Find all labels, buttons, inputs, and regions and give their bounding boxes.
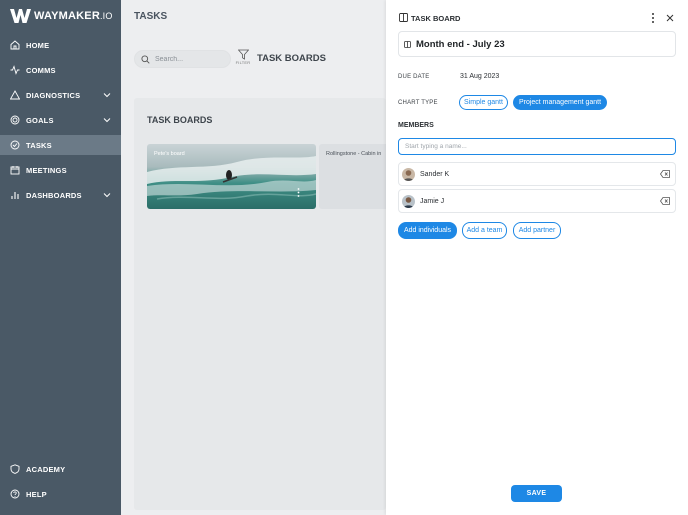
member-row: Jamie J	[398, 189, 676, 213]
chart-type-label: CHART TYPE	[398, 100, 438, 106]
sidebar-item-tasks[interactable]: TASKS	[0, 135, 121, 155]
pulse-icon	[10, 65, 20, 75]
bar-chart-icon	[10, 190, 20, 200]
member-row: Sander K	[398, 162, 676, 186]
chevron-down-icon[interactable]	[103, 116, 111, 124]
sidebar-item-help[interactable]: HELP	[0, 484, 121, 504]
sidebar-item-label: ACADEMY	[26, 464, 66, 474]
calendar-icon	[10, 165, 20, 175]
filter-button[interactable]: FILTER	[235, 49, 251, 65]
sidebar-item-meetings[interactable]: MEETINGS	[0, 160, 121, 180]
sidebar-item-label: GOALS	[26, 115, 54, 125]
due-date-value[interactable]: 31 Aug 2023	[460, 73, 499, 80]
due-date-label: DUE DATE	[398, 74, 430, 80]
sidebar-item-academy[interactable]: ACADEMY	[0, 459, 121, 479]
members-label: MEMBERS	[398, 122, 434, 129]
member-name: Jamie J	[420, 197, 445, 205]
search-input[interactable]	[155, 55, 225, 63]
triangle-icon	[10, 90, 20, 100]
search-icon	[141, 54, 150, 64]
main-content: TASKS FILTER TASK BOARDS TASK BOARDS	[121, 0, 399, 515]
sidebar-item-label: MEETINGS	[26, 165, 67, 175]
home-icon	[10, 40, 20, 50]
avatar	[402, 167, 415, 181]
close-icon[interactable]	[666, 14, 674, 22]
panel-header: TASK BOARD	[411, 14, 461, 23]
add-individuals-button[interactable]: Add individuals	[398, 222, 457, 239]
panel-title: TASK BOARDS	[147, 115, 213, 125]
filter-label: FILTER	[235, 60, 251, 65]
remove-member-icon[interactable]	[660, 170, 670, 178]
sidebar: WAYMAKER.IO HOME COMMS DIAGNOSTICS GOALS…	[0, 0, 121, 515]
sidebar-item-diagnostics[interactable]: DIAGNOSTICS	[0, 85, 121, 105]
more-vertical-icon[interactable]	[297, 188, 300, 197]
board-name: Month end - July 23	[416, 38, 505, 50]
more-vertical-icon[interactable]	[650, 12, 656, 24]
sidebar-item-label: TASKS	[26, 140, 52, 150]
section-header: TASK BOARDS	[257, 53, 326, 64]
task-board-panel: TASK BOARD Month end - July 23 DUE DATE …	[386, 0, 688, 515]
sidebar-item-label: DIAGNOSTICS	[26, 90, 81, 100]
waymaker-logo-icon	[10, 9, 31, 23]
chevron-down-icon[interactable]	[103, 191, 111, 199]
search-box[interactable]	[134, 50, 231, 68]
board-icon	[404, 40, 411, 48]
filter-icon	[237, 49, 249, 60]
sidebar-item-label: COMMS	[26, 65, 56, 75]
check-circle-icon	[10, 140, 20, 150]
board-label: Rollingstone - Cabin in	[326, 151, 382, 157]
board-icon	[399, 13, 408, 22]
target-icon	[10, 115, 20, 125]
remove-member-icon[interactable]	[660, 197, 670, 205]
chart-type-project-management-gantt[interactable]: Project management gantt	[513, 95, 607, 110]
add-partner-button[interactable]: Add partner	[513, 222, 561, 239]
avatar	[402, 194, 415, 208]
member-search-input[interactable]	[398, 138, 676, 155]
sidebar-item-label: DASHBOARDS	[26, 190, 82, 200]
add-team-button[interactable]: Add a team	[462, 222, 507, 239]
member-name: Sander K	[420, 170, 450, 178]
chevron-down-icon[interactable]	[103, 91, 111, 99]
task-boards-panel: TASK BOARDS Pete's board Rollingstone - …	[134, 98, 399, 510]
save-button[interactable]: SAVE	[511, 485, 562, 502]
board-name-field[interactable]: Month end - July 23	[398, 31, 676, 57]
sidebar-item-home[interactable]: HOME	[0, 35, 121, 55]
sidebar-item-comms[interactable]: COMMS	[0, 60, 121, 80]
help-icon	[10, 489, 20, 499]
logo-text: WAYMAKER.IO	[34, 10, 113, 22]
chart-type-simple-gantt[interactable]: Simple gantt	[459, 95, 508, 110]
shield-icon	[10, 464, 20, 474]
sidebar-item-label: HOME	[26, 40, 50, 50]
board-label: Pete's board	[154, 151, 185, 157]
sidebar-item-label: HELP	[26, 489, 47, 499]
board-card[interactable]: Pete's board	[147, 144, 316, 209]
sidebar-item-goals[interactable]: GOALS	[0, 110, 121, 130]
sidebar-item-dashboards[interactable]: DASHBOARDS	[0, 185, 121, 205]
page-title: TASKS	[134, 11, 168, 22]
logo[interactable]: WAYMAKER.IO	[10, 8, 113, 24]
